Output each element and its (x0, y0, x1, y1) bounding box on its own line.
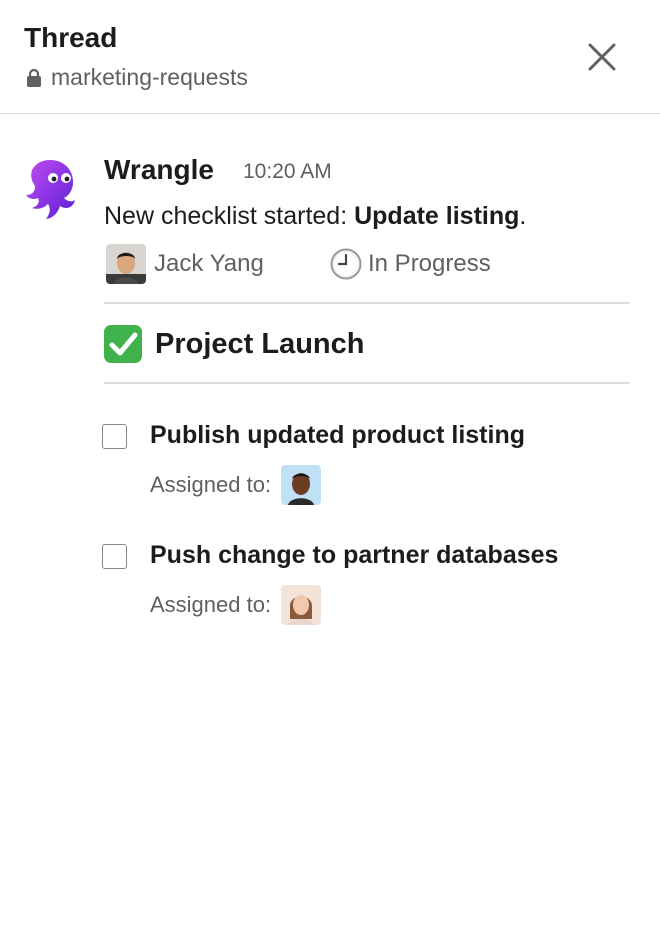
sender-name[interactable]: Wrangle (104, 154, 214, 186)
status-text: In Progress (368, 250, 491, 277)
close-button[interactable] (580, 35, 624, 79)
message-timestamp[interactable]: 10:20 AM (243, 160, 332, 184)
thread-header: Thread marketing-requests (0, 0, 660, 114)
channel-name: marketing-requests (51, 64, 248, 90)
message-text-prefix: New checklist started: (104, 202, 355, 230)
assigned-label: Assigned to: (150, 592, 272, 617)
task-assignee: Assigned to: (150, 465, 322, 505)
checklist-title: Project Launch (103, 324, 365, 364)
checklist-title-text: Project Launch (155, 327, 365, 360)
checklist-name: Update listing (354, 202, 520, 230)
octopus-bot-avatar[interactable] (24, 158, 76, 220)
check-mark-button-icon (104, 325, 142, 363)
status-indicator: In Progress (330, 244, 491, 284)
assigned-label: Assigned to: (150, 472, 272, 497)
task-assignee: Assigned to: (150, 585, 322, 625)
clock-icon (330, 248, 362, 280)
divider (104, 382, 630, 384)
close-icon (588, 43, 616, 71)
message-text: New checklist started: Update listing. (104, 202, 526, 231)
page-title: Thread (24, 22, 118, 53)
message-text-suffix: . (519, 202, 527, 230)
channel-link[interactable]: marketing-requests (25, 64, 248, 91)
task-checkbox[interactable] (102, 544, 127, 569)
lock-icon (27, 68, 41, 87)
owner[interactable]: Jack Yang (106, 244, 264, 284)
divider (104, 302, 630, 304)
assignee-avatar[interactable] (281, 465, 322, 505)
assignee-avatar[interactable] (281, 585, 322, 625)
task-label[interactable]: Push change to partner databases (150, 541, 558, 570)
task-label[interactable]: Publish updated product listing (150, 421, 525, 450)
task-checkbox[interactable] (102, 424, 127, 449)
owner-name: Jack Yang (154, 250, 264, 277)
user-avatar (106, 244, 146, 284)
